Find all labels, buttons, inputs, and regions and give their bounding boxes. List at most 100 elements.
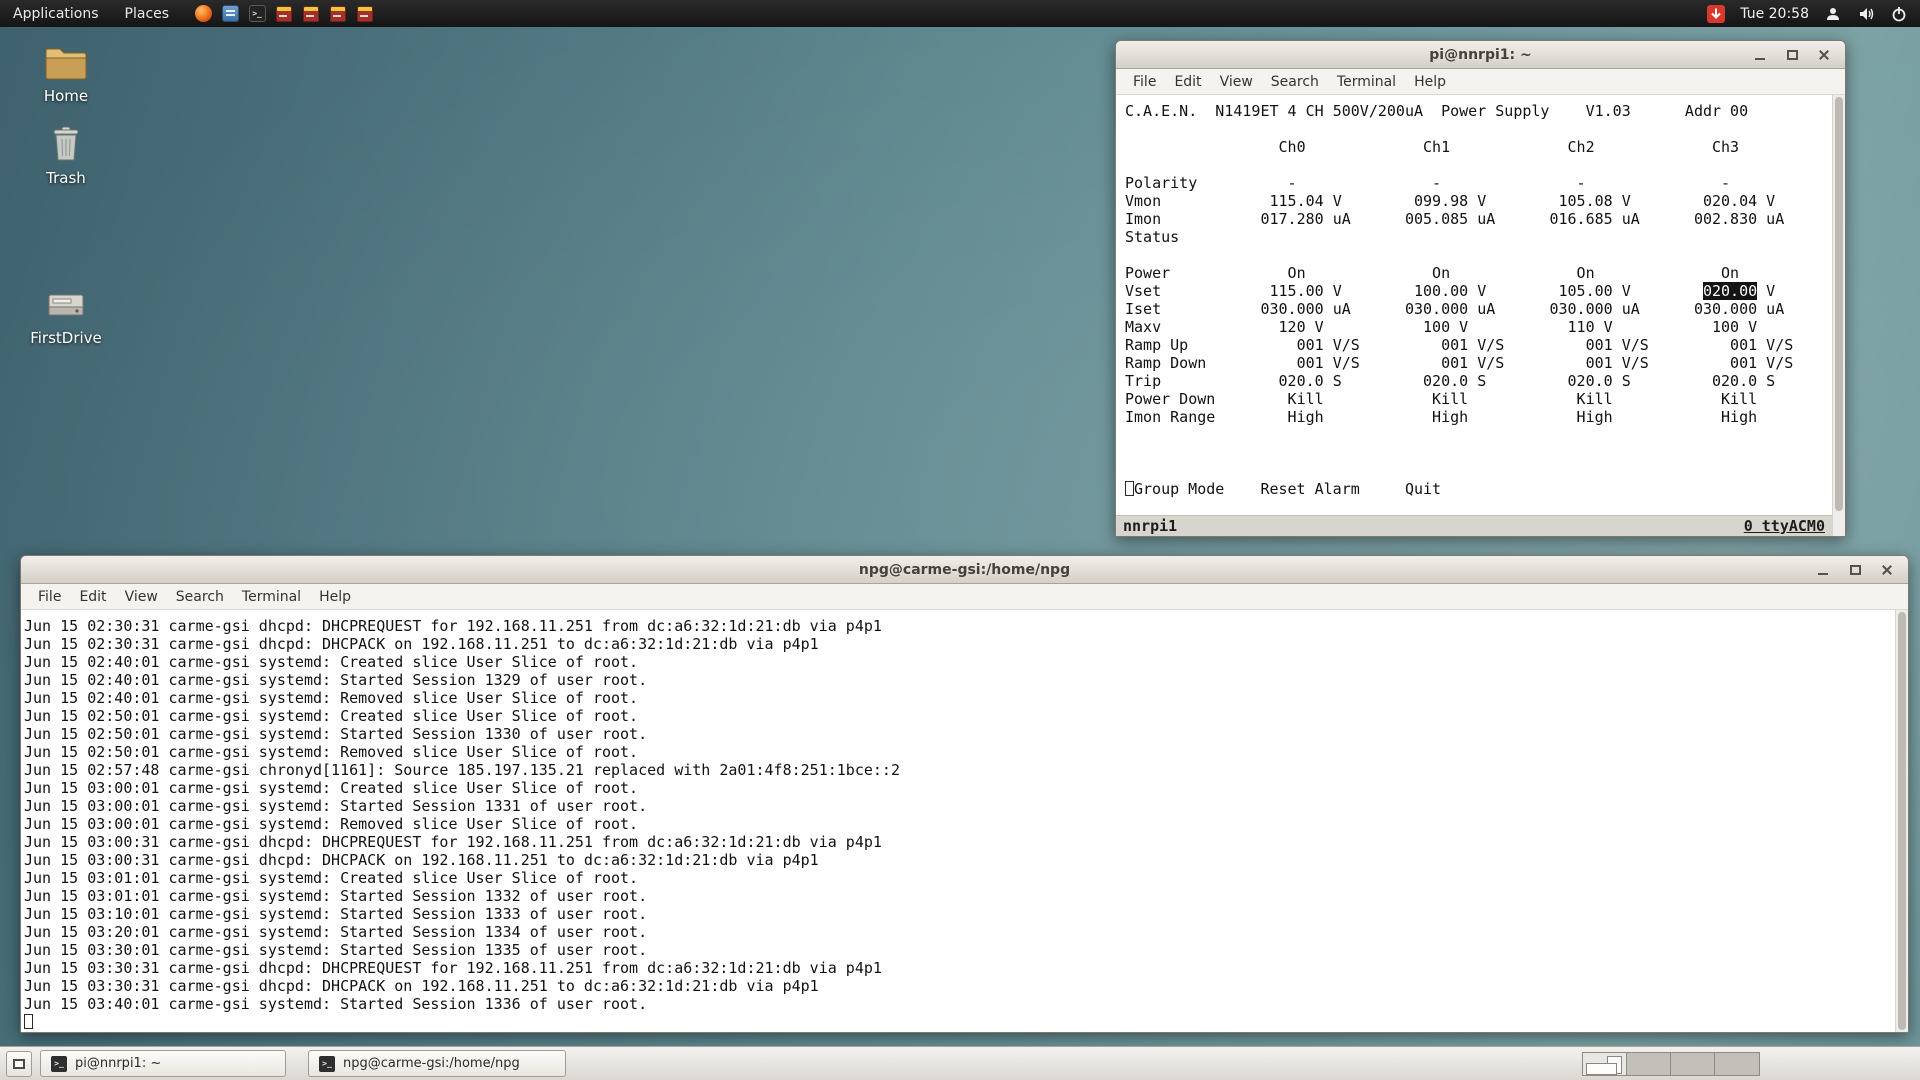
terminal-icon: >_ (51, 1055, 67, 1072)
maximize-button[interactable] (1846, 561, 1864, 579)
log-line: Jun 15 02:30:31 carme-gsi dhcpd: DHCPREQ… (24, 617, 882, 635)
drive-icon (22, 282, 110, 324)
scrollbar-thumb[interactable] (1898, 612, 1906, 1030)
log-line: Jun 15 02:50:01 carme-gsi systemd: Start… (24, 725, 648, 743)
log-line: Jun 15 03:00:31 carme-gsi dhcpd: DHCPREQ… (24, 833, 882, 851)
close-button[interactable] (1878, 561, 1896, 579)
log-line: Jun 15 03:10:01 carme-gsi systemd: Start… (24, 905, 648, 923)
log-line: Jun 15 02:57:48 carme-gsi chronyd[1161]:… (24, 761, 900, 779)
status-host: nnrpi1 (1123, 517, 1178, 535)
terminal-line: Imon 017.280 uA 005.085 uA 016.685 uA 00… (1125, 210, 1832, 228)
places-menu[interactable]: Places (112, 0, 183, 27)
file-manager-launcher-icon[interactable] (221, 5, 239, 23)
scrollbar-thumb[interactable] (1835, 97, 1843, 511)
menu-file[interactable]: File (29, 584, 70, 610)
terminal-line: Group Mode Reset Alarm Quit (1125, 480, 1832, 498)
alert-indicator-icon[interactable] (1707, 4, 1726, 23)
minimize-button[interactable] (1751, 46, 1769, 64)
terminal-line: Status (1125, 228, 1832, 246)
power-icon[interactable] (1890, 5, 1908, 23)
menu-terminal[interactable]: Terminal (233, 584, 310, 610)
tui-button-reset-alarm[interactable]: Reset Alarm (1260, 480, 1359, 498)
terminal-status-bar: nnrpi1 0 ttyACM0 (1116, 515, 1832, 536)
log-line: Jun 15 03:20:01 carme-gsi systemd: Start… (24, 923, 648, 941)
browser-launcher-icon[interactable] (194, 5, 212, 23)
terminal-text: Imon 017.280 uA 005.085 uA 016.685 uA 00… (1125, 210, 1785, 228)
menu-file[interactable]: File (1124, 69, 1165, 95)
terminal-text: Polarity - - - - (1125, 174, 1731, 192)
midas-app-2-launcher-icon[interactable] (302, 5, 320, 23)
tui-button-quit[interactable]: Quit (1405, 480, 1441, 498)
workspace-3[interactable] (1671, 1053, 1715, 1075)
workspace-1[interactable] (1583, 1053, 1627, 1075)
log-line: Jun 15 02:50:01 carme-gsi systemd: Creat… (24, 707, 639, 725)
log-line: Jun 15 03:01:01 carme-gsi systemd: Creat… (24, 869, 639, 887)
taskbar-button-npg[interactable]: >_ npg@carme-gsi:/home/npg (308, 1050, 566, 1077)
clock[interactable]: Tue 20:58 (1740, 6, 1809, 22)
terminal-line: Ramp Down 001 V/S 001 V/S 001 V/S 001 V/… (1125, 354, 1832, 372)
menu-edit[interactable]: Edit (1165, 69, 1210, 95)
terminal-text: Status (1125, 228, 1180, 246)
desktop-icon-trash[interactable]: Trash (22, 122, 110, 187)
terminal-body[interactable]: C.A.E.N. N1419ET 4 CH 500V/200uA Power S… (1116, 95, 1845, 536)
menu-search[interactable]: Search (167, 584, 233, 610)
menu-edit[interactable]: Edit (70, 584, 115, 610)
show-desktop-button[interactable] (6, 1050, 32, 1077)
workspace-switcher (1582, 1052, 1760, 1076)
menu-help[interactable]: Help (310, 584, 360, 610)
panel-launchers: >_ (194, 5, 374, 23)
window-title: npg@carme-gsi:/home/npg (858, 561, 1071, 578)
terminal-text: Ramp Down 001 V/S 001 V/S 001 V/S 001 V/… (1125, 354, 1794, 372)
terminal-text: Iset 030.000 uA 030.000 uA 030.000 uA 03… (1125, 300, 1785, 318)
vset-highlight-value: 020.00 (1702, 282, 1758, 300)
terminal-text: V (1757, 282, 1776, 300)
titlebar[interactable]: npg@carme-gsi:/home/npg (21, 556, 1908, 584)
menu-terminal[interactable]: Terminal (1328, 69, 1405, 95)
show-desktop-icon (13, 1058, 25, 1069)
midas-app-1-launcher-icon[interactable] (275, 5, 293, 23)
menu-view[interactable]: View (1211, 69, 1262, 95)
minimize-button[interactable] (1814, 561, 1832, 579)
close-button[interactable] (1815, 46, 1833, 64)
terminal-line: Power Down Kill Kill Kill Kill (1125, 390, 1832, 408)
terminal-screen: C.A.E.N. N1419ET 4 CH 500V/200uA Power S… (1116, 95, 1832, 515)
volume-icon[interactable] (1857, 5, 1875, 23)
taskbar-button-pi[interactable]: >_ pi@nnrpi1: ~ (40, 1050, 286, 1077)
scrollbar[interactable] (1832, 95, 1845, 536)
close-icon (1818, 49, 1830, 61)
titlebar[interactable]: pi@nnrpi1: ~ (1116, 41, 1845, 69)
maximize-button[interactable] (1783, 46, 1801, 64)
window-buttons (1814, 561, 1908, 579)
log-line: Jun 15 03:00:31 carme-gsi dhcpd: DHCPACK… (24, 851, 819, 869)
workspace-2[interactable] (1627, 1053, 1671, 1075)
terminal-text: Power On On On On (1125, 264, 1740, 282)
menu-help[interactable]: Help (1405, 69, 1455, 95)
applications-menu[interactable]: Applications (0, 0, 112, 27)
terminal-body[interactable]: Jun 15 02:30:31 carme-gsi dhcpd: DHCPREQ… (21, 610, 1908, 1032)
taskbar-button-label: npg@carme-gsi:/home/npg (343, 1056, 520, 1071)
midas-app-icon (357, 5, 374, 22)
terminal-line: Ch0 Ch1 Ch2 Ch3 (1125, 138, 1832, 156)
user-icon[interactable] (1824, 5, 1842, 23)
scrollbar[interactable] (1895, 610, 1908, 1032)
desktop-icon-home[interactable]: Home (22, 40, 110, 105)
tui-button-group-mode[interactable]: Group Mode (1134, 480, 1224, 498)
workspace-4[interactable] (1715, 1053, 1759, 1075)
terminal-launcher-icon[interactable]: >_ (248, 5, 266, 23)
log-line: Jun 15 02:30:31 carme-gsi dhcpd: DHCPACK… (24, 635, 819, 653)
desktop-icon-firstdrive[interactable]: FirstDrive (22, 282, 110, 347)
midas-app-3-launcher-icon[interactable] (329, 5, 347, 23)
terminal-text: Vset 115.00 V 100.00 V 105.00 V (1125, 282, 1703, 300)
desktop-icon-label: Trash (46, 169, 86, 187)
terminal-icon: >_ (248, 5, 266, 22)
top-panel: Applications Places >_ Tue 20:58 (0, 0, 1920, 27)
menu-search[interactable]: Search (1262, 69, 1328, 95)
menu-view[interactable]: View (116, 584, 167, 610)
taskbar: >_ pi@nnrpi1: ~ >_ npg@carme-gsi:/home/n… (0, 1046, 1920, 1080)
midas-app-4-launcher-icon[interactable] (356, 5, 374, 23)
terminal-line: Vmon 115.04 V 099.98 V 105.08 V 020.04 V (1125, 192, 1832, 210)
